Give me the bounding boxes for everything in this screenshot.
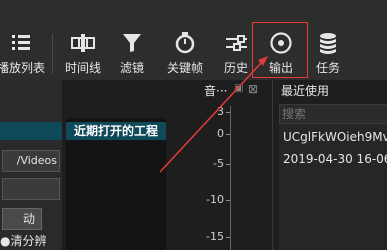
toolbar-timeline-button[interactable]: 时间线	[58, 28, 108, 78]
resolution-label: ●清分辨	[0, 232, 62, 250]
name-field[interactable]	[2, 178, 60, 200]
meter-tick-mark	[226, 200, 230, 201]
audio-meter-panel: 音··· ▣ ⊠ 3 0 -5 -10 -15	[196, 80, 272, 250]
keyframes-icon	[174, 32, 196, 58]
meter-tick: 3	[217, 105, 224, 118]
meter-tick-mark	[226, 112, 230, 113]
recent-panel-title: 最近使用	[281, 84, 330, 98]
meter-tick: -5	[213, 157, 224, 170]
meter-tick: 0	[217, 127, 224, 140]
toolbar-filter-button[interactable]: 滤镜	[110, 28, 154, 78]
toolbar-playlist-button[interactable]: 播放列表	[0, 28, 48, 78]
toolbar-separator	[52, 34, 53, 74]
left-panel-header	[0, 122, 62, 140]
toolbar-timeline-label: 时间线	[64, 61, 101, 75]
resolution-bullet-icon: ●	[0, 234, 11, 248]
path-field[interactable]: /Videos	[2, 150, 60, 172]
meter-tick: -10	[206, 193, 224, 206]
path-value: /Videos	[16, 154, 57, 167]
filter-icon	[121, 32, 143, 58]
main-toolbar: 播放列表 时间线 滤镜 关键帧 历史 输出 任务	[0, 0, 387, 80]
toolbar-keyframes-label: 关键帧	[166, 61, 203, 75]
toolbar-playlist-label: 播放列表	[0, 61, 45, 75]
toolbar-jobs-label: 任务	[315, 61, 340, 75]
meter-scale-line	[230, 106, 231, 250]
search-input[interactable]	[279, 104, 387, 124]
dock-float-icon[interactable]: ▣	[234, 83, 243, 94]
history-icon	[224, 32, 248, 58]
meter-tick-mark	[226, 134, 230, 135]
timeline-icon	[71, 32, 95, 58]
recent-projects-title: 近期打开的工程	[66, 122, 166, 140]
recent-panel: 最近使用 UCglFkWOieh9Mv 2019-04-30 16-06	[272, 80, 387, 250]
left-panel-button[interactable]: 动	[2, 208, 42, 230]
meter-tick: -15	[206, 230, 224, 243]
meter-tick-mark	[226, 237, 230, 238]
toolbar-filter-label: 滤镜	[119, 61, 144, 75]
meter-tick-mark	[226, 164, 230, 165]
left-panel: /Videos 动 ●清分辨	[0, 80, 62, 250]
resolution-label-text: 清分辨	[10, 234, 47, 248]
export-highlight-box	[252, 22, 308, 78]
toolbar-jobs-button[interactable]: 任务	[306, 28, 350, 78]
jobs-database-icon	[317, 32, 339, 60]
audio-meter-title: 音···	[204, 84, 228, 98]
recent-projects-panel: 近期打开的工程	[66, 118, 166, 250]
playlist-icon	[10, 32, 32, 58]
toolbar-keyframes-button[interactable]: 关键帧	[160, 28, 210, 78]
close-icon[interactable]: ⊠	[248, 82, 258, 96]
recent-list-item[interactable]: 2019-04-30 16-06	[279, 148, 387, 170]
recent-list-item[interactable]: UCglFkWOieh9Mv	[279, 126, 387, 148]
